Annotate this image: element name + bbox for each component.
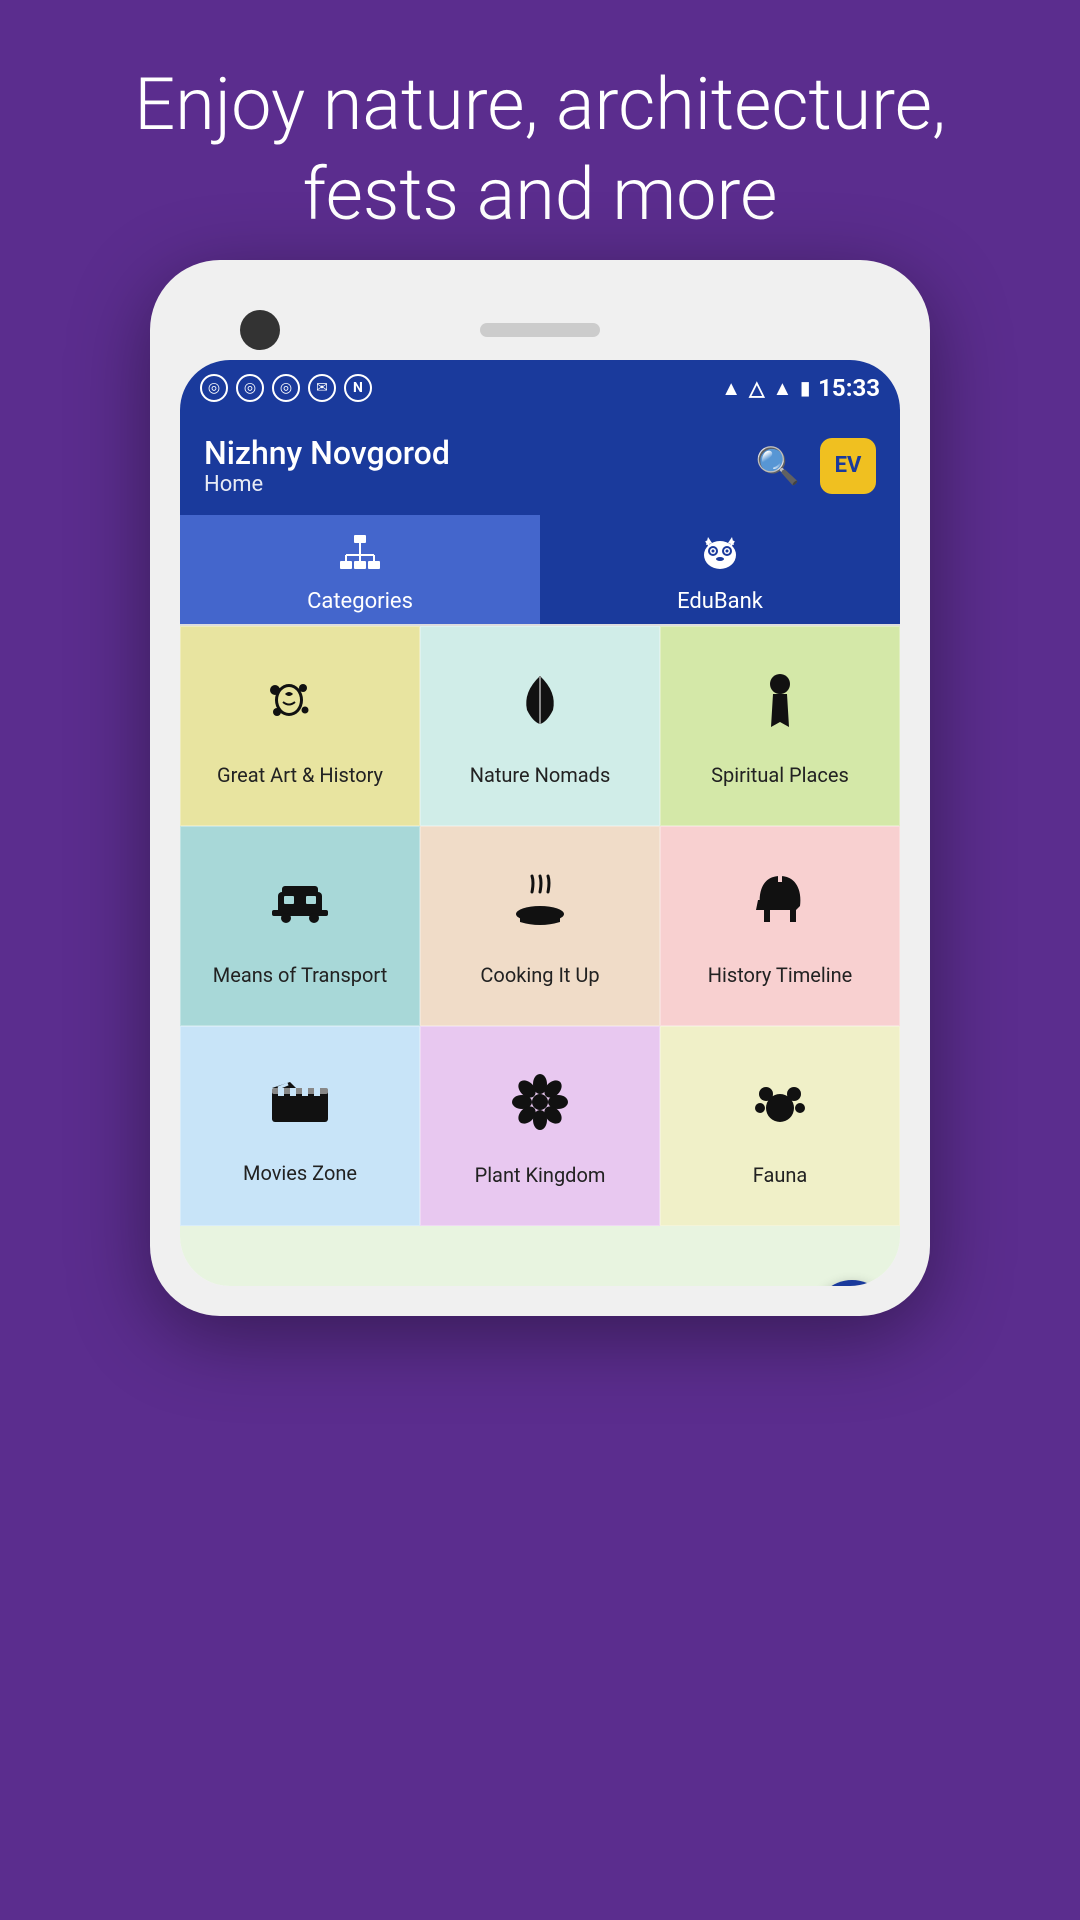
tab-categories[interactable]: Categories	[180, 515, 540, 624]
grid-cell-plant-kingdom[interactable]: Plant Kingdom	[420, 1026, 660, 1226]
spiritual-places-label: Spiritual Places	[711, 763, 849, 787]
movies-zone-label: Movies Zone	[243, 1161, 357, 1185]
cooking-it-up-icon	[510, 872, 570, 947]
phone-top-bar	[180, 290, 900, 360]
grid-cell-spiritual-places[interactable]: Spiritual Places	[660, 626, 900, 826]
signal-icon1: △	[749, 376, 764, 400]
battery-icon: ▮	[800, 378, 810, 399]
category-grid: Great Art & History Nature Nomads	[180, 626, 900, 1226]
means-of-transport-icon	[270, 872, 330, 947]
nature-nomads-label: Nature Nomads	[470, 763, 611, 787]
edubank-icon	[698, 533, 742, 583]
status-icon-mail: ✉	[308, 374, 336, 402]
speaker-bar	[480, 323, 600, 337]
status-bar: ◎ ◎ ◎ ✉ N ▲ △ ▲ ▮ 15:33	[180, 360, 900, 416]
plant-kingdom-label: Plant Kingdom	[475, 1163, 606, 1187]
status-time: 15:33	[818, 374, 880, 402]
app-bar-icons: 🔍 EV	[755, 438, 876, 494]
status-icon-n: N	[344, 374, 372, 402]
grid-cell-history-timeline[interactable]: History Timeline	[660, 826, 900, 1026]
grid-cell-movies-zone[interactable]: Movies Zone	[180, 1026, 420, 1226]
app-bar-title: Nizhny Novgorod Home	[204, 434, 450, 497]
header-tagline: Enjoy nature, architecture,fests and mor…	[0, 0, 1080, 280]
spiritual-places-icon	[753, 672, 807, 747]
grid-cell-fauna[interactable]: Fauna	[660, 1026, 900, 1226]
grid-cell-cooking-it-up[interactable]: Cooking It Up	[420, 826, 660, 1026]
great-art-history-label: Great Art & History	[217, 763, 383, 787]
categories-icon	[338, 533, 382, 583]
plant-kingdom-icon	[510, 1072, 570, 1147]
movies-zone-icon	[270, 1074, 330, 1145]
grid-cell-great-art-history[interactable]: Great Art & History	[180, 626, 420, 826]
phone-shell: ◎ ◎ ◎ ✉ N ▲ △ ▲ ▮ 15:33 Nizhny Novgorod …	[150, 260, 930, 1316]
tab-edubank-label: EduBank	[677, 589, 763, 614]
bottom-partial	[180, 1226, 900, 1286]
nature-nomads-icon	[513, 672, 567, 747]
signal-icon2: ▲	[772, 376, 792, 401]
status-icon-cam2: ◎	[236, 374, 264, 402]
status-icon-cam3: ◎	[272, 374, 300, 402]
status-icon-cam1: ◎	[200, 374, 228, 402]
tab-categories-label: Categories	[307, 589, 413, 614]
fauna-label: Fauna	[753, 1163, 808, 1187]
app-subtitle: Home	[204, 472, 450, 497]
tab-edubank[interactable]: EduBank	[540, 515, 900, 624]
phone-screen: ◎ ◎ ◎ ✉ N ▲ △ ▲ ▮ 15:33 Nizhny Novgorod …	[180, 360, 900, 1286]
grid-cell-means-of-transport[interactable]: Means of Transport	[180, 826, 420, 1026]
means-of-transport-label: Means of Transport	[213, 963, 387, 987]
cooking-it-up-label: Cooking It Up	[480, 963, 599, 987]
camera-dot	[240, 310, 280, 350]
wifi-icon: ▲	[721, 376, 741, 401]
status-icons-right: ▲ △ ▲ ▮ 15:33	[721, 374, 880, 402]
grid-cell-nature-nomads[interactable]: Nature Nomads	[420, 626, 660, 826]
app-bar: Nizhny Novgorod Home 🔍 EV	[180, 416, 900, 515]
history-timeline-label: History Timeline	[708, 963, 853, 987]
logo-badge: EV	[820, 438, 876, 494]
fauna-icon	[750, 1072, 810, 1147]
status-icons-left: ◎ ◎ ◎ ✉ N	[200, 374, 372, 402]
history-timeline-icon	[750, 872, 810, 947]
app-title: Nizhny Novgorod	[204, 434, 450, 472]
great-art-history-icon	[267, 672, 333, 747]
tab-bar: Categories	[180, 515, 900, 626]
search-icon[interactable]: 🔍	[755, 445, 800, 487]
